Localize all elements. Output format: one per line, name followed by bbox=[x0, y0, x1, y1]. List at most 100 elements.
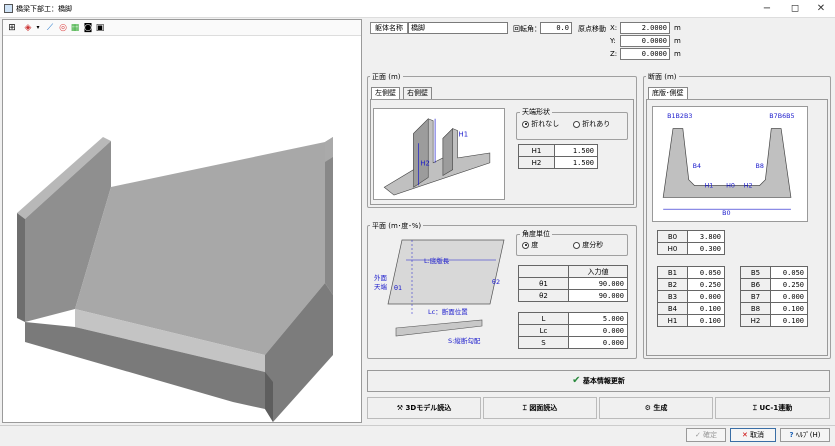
chevron-down-icon[interactable]: ▾ bbox=[33, 23, 43, 33]
row-key: Lc bbox=[518, 324, 569, 337]
z-input[interactable]: 0.0000 bbox=[620, 48, 670, 60]
read-drawing-button[interactable]: ⌶ 図面読込 bbox=[483, 397, 597, 419]
x-label: X: bbox=[610, 24, 618, 32]
table-row: H0 0.300 bbox=[657, 242, 725, 255]
table-row: θ1 90.000 bbox=[518, 277, 628, 290]
sec-h2-input[interactable]: 0.100 bbox=[770, 314, 808, 327]
fig-plan-outer2: 天端 bbox=[374, 282, 388, 291]
radio-degree-label: 度 bbox=[531, 241, 539, 249]
update-basic-info-button[interactable]: ✔ 基本情報更新 bbox=[367, 370, 830, 392]
tab-slab-wall[interactable]: 底版･側壁 bbox=[648, 87, 688, 99]
h1-input[interactable]: 1.500 bbox=[554, 144, 598, 157]
uc1-label: UC-1連動 bbox=[759, 404, 793, 412]
camera-icon[interactable]: ◙ bbox=[83, 23, 93, 33]
viewer-toolbar: ⊞ ◈ ▾ ⟋ ◎ ▦ ◙ ▣ bbox=[3, 20, 361, 36]
y-label: Y: bbox=[610, 37, 616, 45]
table-row: H2 1.500 bbox=[518, 156, 598, 169]
radio-fold-dot[interactable] bbox=[573, 120, 580, 128]
axis-icon[interactable]: ⟋ bbox=[45, 23, 55, 33]
x-unit: m bbox=[674, 24, 681, 32]
drawing-icon: ⌶ bbox=[522, 404, 527, 412]
h0-input[interactable]: 0.300 bbox=[687, 242, 725, 255]
y-input[interactable]: 0.0000 bbox=[620, 35, 670, 47]
s-input[interactable]: 0.000 bbox=[568, 336, 628, 349]
plan-angle-table: 入力値 θ1 90.000 θ2 90.000 bbox=[518, 265, 628, 302]
front-table: H1 1.500 H2 1.500 bbox=[518, 144, 598, 169]
b5-input[interactable]: 0.050 bbox=[770, 266, 808, 279]
check-icon: ✔ bbox=[572, 375, 581, 386]
table-row: 入力値 bbox=[518, 265, 628, 278]
rotation-label: 回転角： bbox=[513, 25, 541, 33]
table-row: B6 0.250 bbox=[740, 278, 808, 291]
b8-input[interactable]: 0.100 bbox=[770, 302, 808, 315]
theta2-input[interactable]: 90.000 bbox=[568, 289, 628, 302]
radio-fold-label: 折れあり bbox=[582, 120, 611, 128]
lc-input[interactable]: 0.000 bbox=[568, 324, 628, 337]
sec-h1-input[interactable]: 0.100 bbox=[687, 314, 725, 327]
h2-input[interactable]: 1.500 bbox=[554, 156, 598, 169]
generate-button[interactable]: ⚙ 生成 bbox=[599, 397, 713, 419]
front-title: 正面 (m) bbox=[370, 72, 403, 82]
fig-plan-t2: θ2 bbox=[492, 278, 500, 286]
ok-button[interactable]: ✓ 確定 bbox=[686, 428, 726, 442]
target-icon[interactable]: ◎ bbox=[58, 23, 68, 33]
fig-sec-b123: B1B2B3 bbox=[667, 112, 692, 120]
palette-icon[interactable]: ▦ bbox=[70, 23, 80, 33]
radio-no-fold-dot[interactable] bbox=[522, 120, 529, 128]
left-wall-face-edge bbox=[17, 213, 25, 322]
name-input[interactable]: 橋脚 bbox=[408, 22, 508, 34]
fig-sec-b8: B8 bbox=[756, 162, 764, 170]
uc1-link-button[interactable]: ⌶ UC-1連動 bbox=[715, 397, 830, 419]
3d-model-view[interactable] bbox=[3, 37, 361, 422]
radio-degree-dot[interactable] bbox=[522, 241, 529, 249]
x-input[interactable]: 2.0000 bbox=[620, 22, 670, 34]
fig-front-h1: H1 bbox=[459, 130, 468, 138]
shape-group-title: 天端形状 bbox=[520, 107, 552, 117]
close-button[interactable]: ✕ bbox=[806, 2, 835, 16]
theta1-input[interactable]: 90.000 bbox=[568, 277, 628, 290]
b4-input[interactable]: 0.100 bbox=[687, 302, 725, 315]
table-row: B4 0.100 bbox=[657, 302, 725, 315]
row-key: B0 bbox=[657, 230, 688, 243]
cancel-button[interactable]: ✕ 取消 bbox=[730, 428, 776, 442]
b6-input[interactable]: 0.250 bbox=[770, 278, 808, 291]
save-image-icon[interactable]: ▣ bbox=[95, 23, 105, 33]
table-row: B2 0.250 bbox=[657, 278, 725, 291]
radio-degree[interactable]: 度 bbox=[522, 240, 538, 250]
radio-fold[interactable]: 折れあり bbox=[573, 119, 610, 129]
row-key: B8 bbox=[740, 302, 771, 315]
tab-left-wall[interactable]: 左側壁 bbox=[371, 87, 400, 99]
table-row: H2 0.100 bbox=[740, 314, 808, 327]
table-row: H1 0.100 bbox=[657, 314, 725, 327]
minimize-button[interactable]: − bbox=[752, 2, 782, 16]
read-3d-label: 3Dモデル読込 bbox=[405, 404, 452, 412]
ok-check-icon: ✓ bbox=[694, 431, 701, 439]
plan-title: 平面 (m･度･%) bbox=[370, 221, 424, 231]
title-bar: 橋梁下部工：橋脚 − ◻ ✕ bbox=[0, 0, 835, 18]
radio-dms[interactable]: 度分秒 bbox=[573, 240, 603, 250]
fig-front-h2: H2 bbox=[420, 160, 429, 168]
help-button[interactable]: ? ﾍﾙﾌﾟ(H) bbox=[780, 428, 830, 442]
l-input[interactable]: 5.000 bbox=[568, 312, 628, 325]
table-row: B3 0.000 bbox=[657, 290, 725, 303]
row-key: θ1 bbox=[518, 277, 569, 290]
table-row: B0 3.800 bbox=[657, 230, 725, 243]
front-figure: H1 H2 bbox=[373, 108, 505, 200]
b2-input[interactable]: 0.250 bbox=[687, 278, 725, 291]
radio-no-fold[interactable]: 折れなし bbox=[522, 119, 559, 129]
read-3d-button[interactable]: ⚒ 3Dモデル読込 bbox=[367, 397, 481, 419]
angle-unit-title: 角度単位 bbox=[520, 229, 552, 239]
grid-icon[interactable]: ⊞ bbox=[7, 23, 17, 33]
section-right-table: B5 0.050 B6 0.250 B7 0.000 B8 0.100 H2 0.100 bbox=[740, 266, 808, 327]
tab-right-wall[interactable]: 右側壁 bbox=[403, 87, 432, 99]
fig-plan-outer1: 外面 bbox=[374, 273, 388, 282]
color-icon[interactable]: ◈ bbox=[23, 23, 33, 33]
b3-input[interactable]: 0.000 bbox=[687, 290, 725, 303]
plan-figure: L:底版長 外面 天端 θ1 θ2 Lc：断面位置 S:縦断勾配 bbox=[374, 239, 505, 345]
b1-input[interactable]: 0.050 bbox=[687, 266, 725, 279]
row-key: H1 bbox=[657, 314, 688, 327]
radio-dms-dot[interactable] bbox=[573, 241, 580, 249]
b0-input[interactable]: 3.800 bbox=[687, 230, 725, 243]
rotation-input[interactable]: 0.0 bbox=[540, 22, 572, 34]
b7-input[interactable]: 0.000 bbox=[770, 290, 808, 303]
